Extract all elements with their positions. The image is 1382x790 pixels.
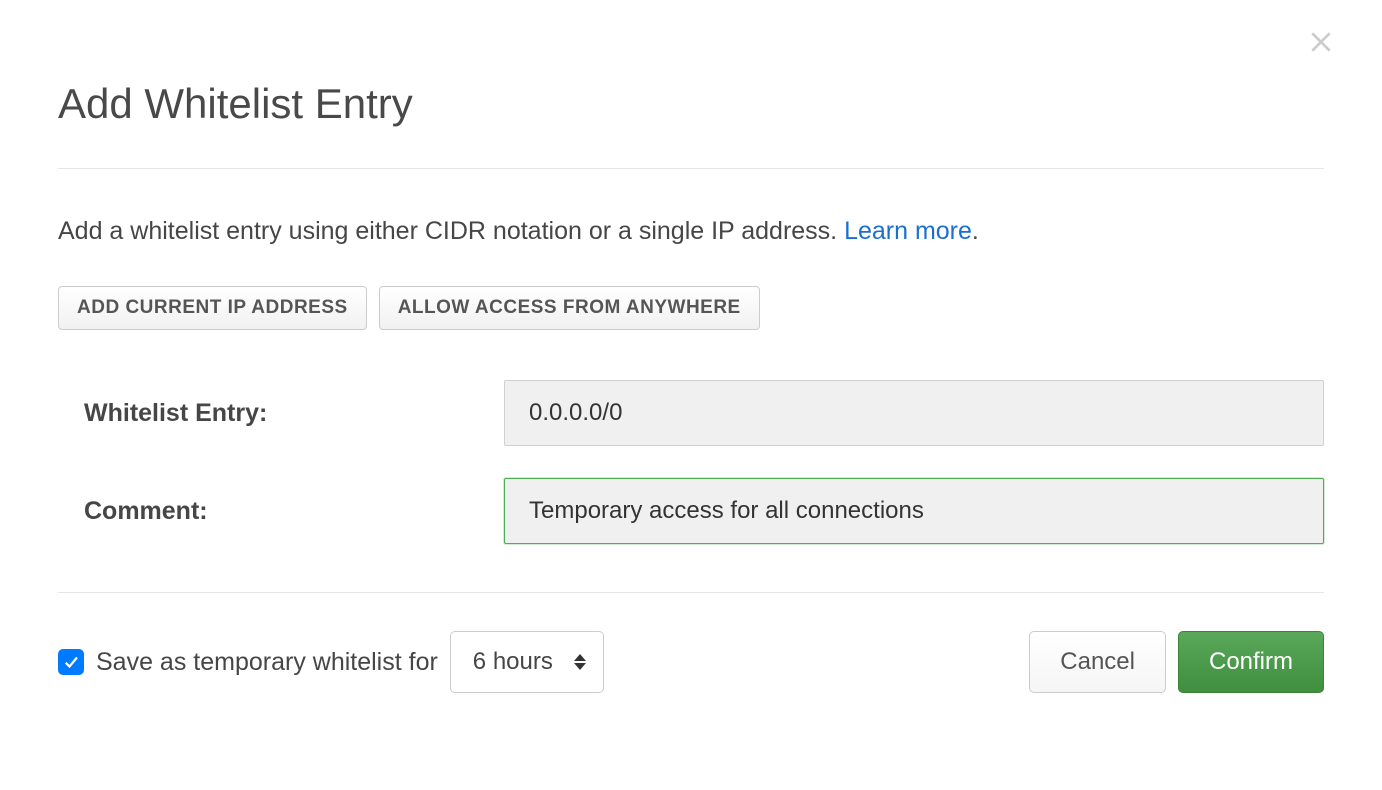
temporary-checkbox-label: Save as temporary whitelist for: [96, 648, 438, 677]
learn-more-link[interactable]: Learn more: [844, 217, 972, 245]
footer-divider: [58, 592, 1324, 593]
header-divider: [58, 168, 1324, 169]
description-period: .: [972, 217, 979, 245]
cancel-button[interactable]: Cancel: [1029, 631, 1166, 693]
comment-label: Comment:: [84, 497, 504, 526]
whitelist-entry-label: Whitelist Entry:: [84, 399, 504, 428]
check-icon: [62, 653, 80, 671]
comment-row: Comment:: [58, 478, 1324, 544]
whitelist-entry-row: Whitelist Entry:: [58, 380, 1324, 446]
comment-input[interactable]: [504, 478, 1324, 544]
quick-action-row: ADD CURRENT IP ADDRESS ALLOW ACCESS FROM…: [58, 286, 1324, 330]
temporary-checkbox[interactable]: [58, 649, 84, 675]
description-text: Add a whitelist entry using either CIDR …: [58, 217, 844, 245]
temporary-whitelist-area: Save as temporary whitelist for 6 hours: [58, 631, 604, 693]
close-button[interactable]: [1308, 28, 1334, 60]
close-icon: [1308, 29, 1334, 55]
confirm-button[interactable]: Confirm: [1178, 631, 1324, 693]
add-current-ip-button[interactable]: ADD CURRENT IP ADDRESS: [58, 286, 367, 330]
allow-anywhere-button[interactable]: ALLOW ACCESS FROM ANYWHERE: [379, 286, 760, 330]
action-buttons: Cancel Confirm: [1029, 631, 1324, 693]
modal-description: Add a whitelist entry using either CIDR …: [58, 217, 1324, 246]
whitelist-modal: Add Whitelist Entry Add a whitelist entr…: [0, 0, 1382, 733]
modal-footer: Save as temporary whitelist for 6 hours …: [58, 631, 1324, 693]
duration-select-wrapper: 6 hours: [450, 631, 604, 693]
duration-select[interactable]: 6 hours: [450, 631, 604, 693]
whitelist-entry-input[interactable]: [504, 380, 1324, 446]
modal-title: Add Whitelist Entry: [58, 80, 1324, 128]
